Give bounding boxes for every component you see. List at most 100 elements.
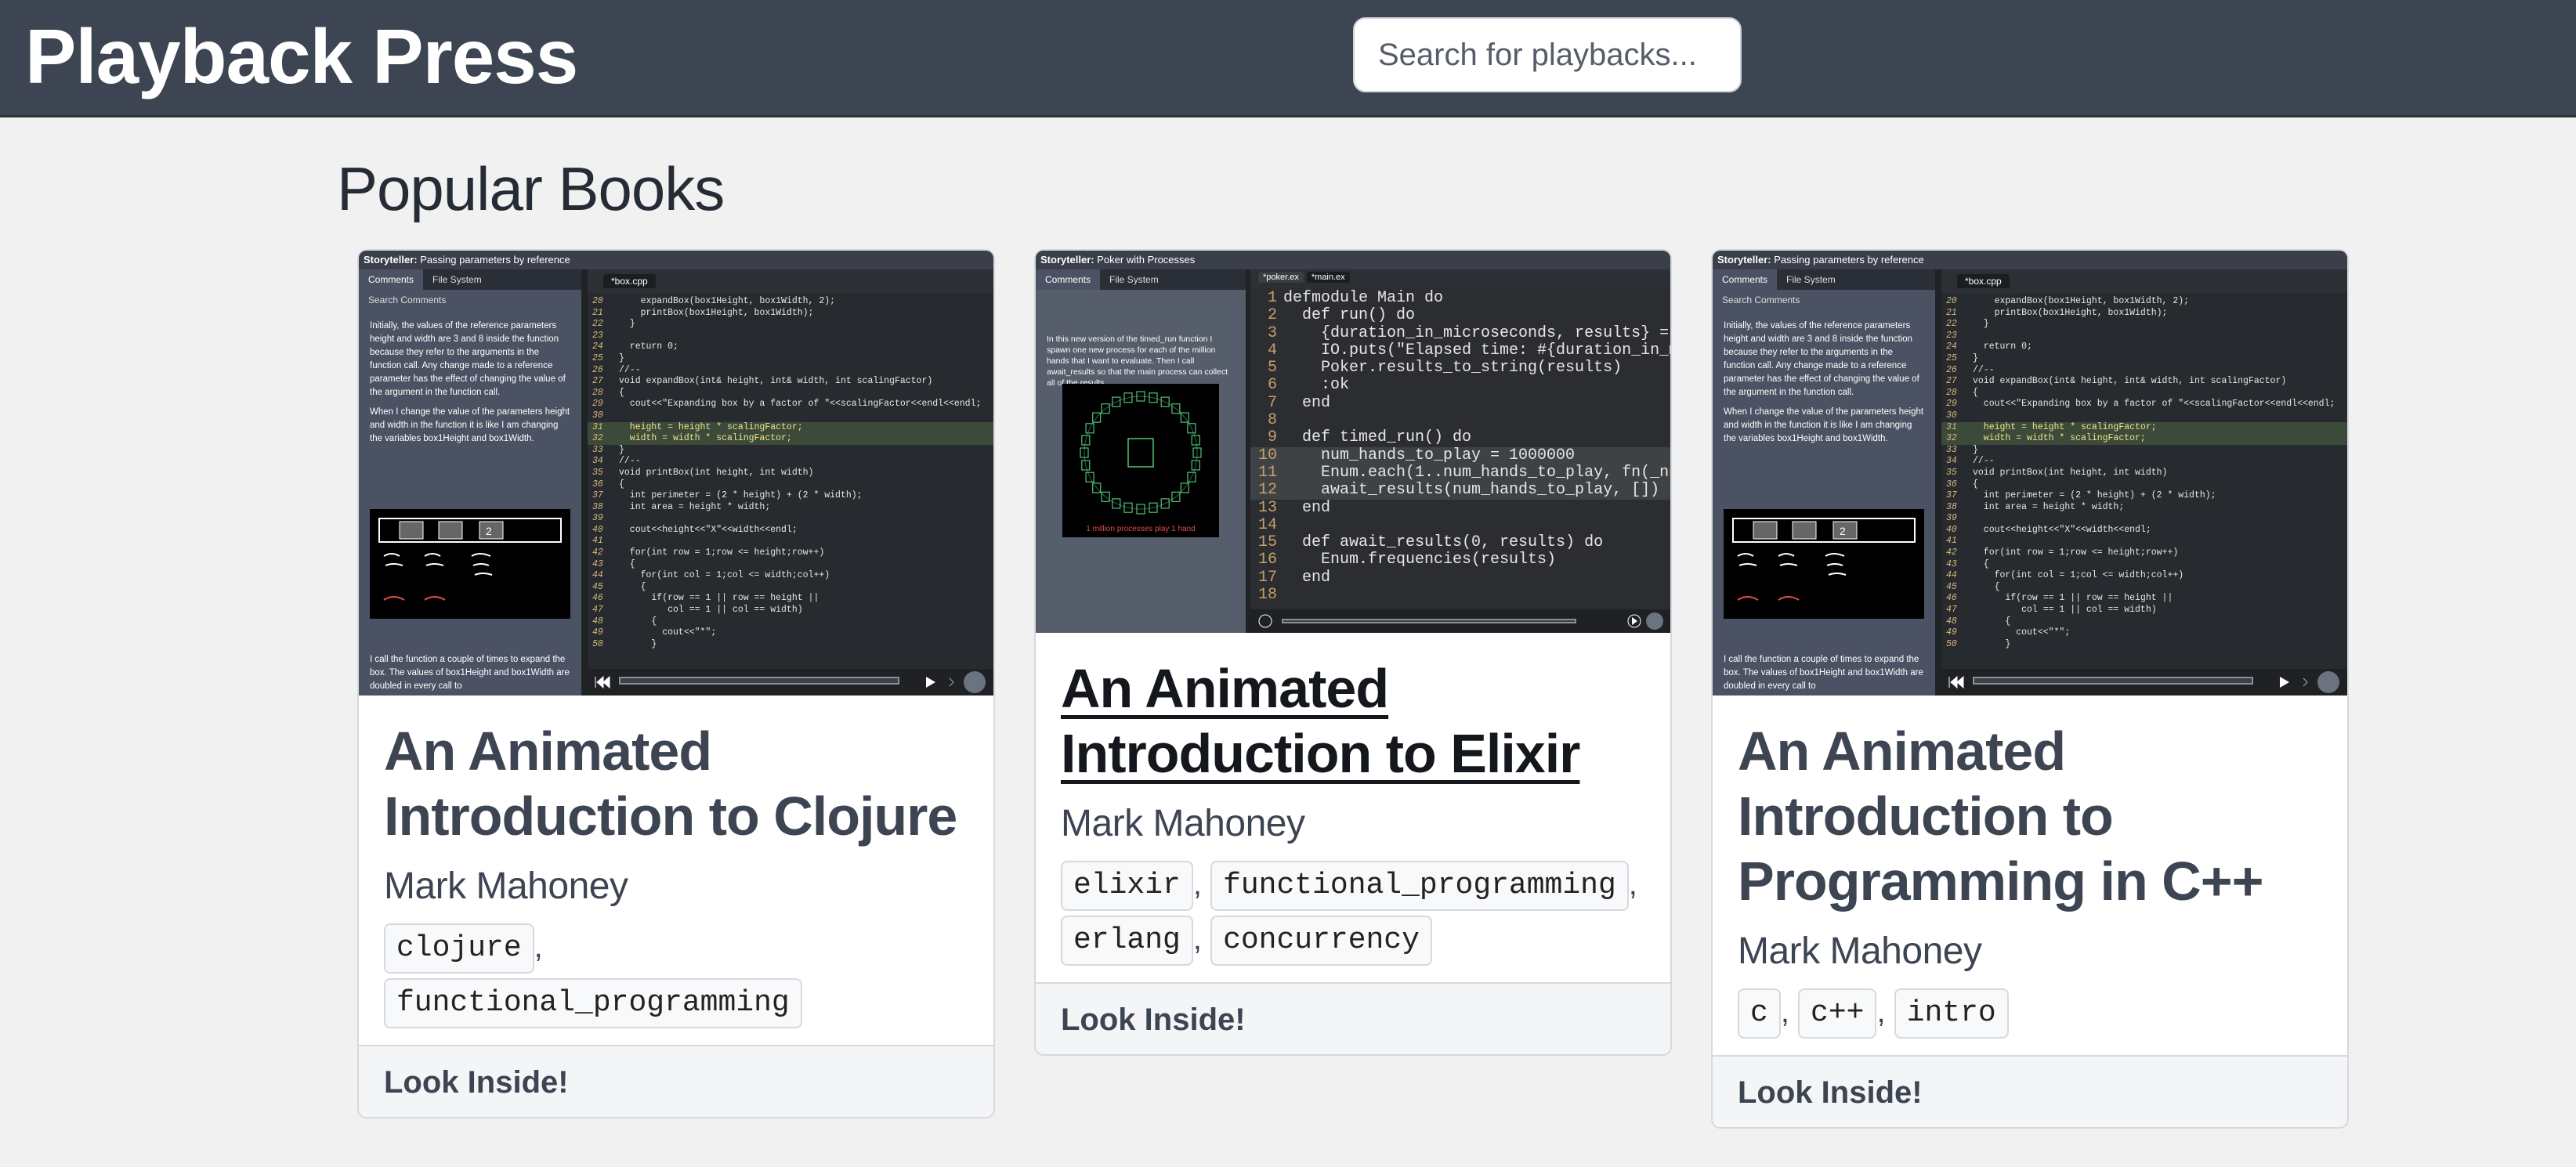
code-lines: 20 expandBox(box1Height, box1Width, 2); 2… [1941,296,2347,669]
code-line: 13 end [1257,498,1331,517]
card-body: An Animated Introduction to Elixir Mark … [1036,633,1670,982]
code-line: 48 { [1946,616,2011,627]
code-line: 11 Enum.each(1..num_hands_to_play, fn(_n… [1250,464,1670,482]
section-title: Popular Books [337,154,725,223]
thumbnail-comment-3: I call the function a couple of times to… [1724,655,1923,691]
tag[interactable]: intro [1894,988,2009,1039]
thumbnail-tabs: Comments File System [1036,269,1246,290]
playback-controls[interactable] [1250,609,1670,633]
book-thumbnail[interactable]: Storyteller: Passing parameters by refer… [359,251,993,696]
play-icon[interactable] [903,669,989,696]
code-line: 15 def await_results(0, results) do [1257,533,1604,552]
code-line: 2 def run() do [1267,306,1416,325]
thumbnail-code-editor: *poker.ex *main.ex 1 defmodule Main do 2 de… [1250,269,1670,633]
play-icon[interactable] [2256,669,2343,696]
playback-slider[interactable] [619,677,899,685]
code-line: 22 } [1946,319,1989,330]
thumbnail-titlebar: Storyteller: Passing parameters by refer… [1713,251,2347,269]
whiteboard-drawing: 2 [1724,509,1924,619]
play-icon[interactable] [1620,609,1667,633]
thumbnail-comment-3: I call the function a couple of times to… [370,655,570,691]
rewind-icon[interactable] [1254,609,1277,633]
book-title-link[interactable]: An Animated Introduction to Programming … [1738,719,2322,914]
code-line: 37 int perimeter = (2 * height) + (2 * w… [592,490,863,501]
book-thumbnail[interactable]: Storyteller: Poker with Processes Commen… [1036,251,1670,633]
code-line: 31 height = height * scalingFactor; [588,421,993,434]
search-input[interactable] [1353,17,1742,92]
code-line: 5 Poker.results_to_string(results) [1267,359,1623,378]
thumbnail-titlebar: Storyteller: Poker with Processes [1036,251,1670,269]
playback-controls[interactable] [588,669,993,696]
code-line: 42 for(int row = 1;row <= height;row++) [1946,547,2179,558]
thumbnail-tabs: Comments File SystemSearch Comments [1713,269,1935,305]
tag[interactable]: concurrency [1210,916,1432,966]
code-line: 47 col == 1 || col == width) [592,605,803,616]
whiteboard-drawing: 1 million processes play 1 hand [1062,384,1219,537]
code-line: 23 [592,330,603,341]
look-inside-link[interactable]: Look Inside! [359,1045,993,1117]
rewind-icon[interactable] [1945,669,1968,696]
code-line: 21 printBox(box1Height, box1Width); [592,307,814,318]
thumbnail-file-tab: *box.cpp [1941,269,2347,293]
card-body: An Animated Introduction to Clojure Mark… [359,696,993,1045]
code-line: 42 for(int row = 1;row <= height;row++) [592,547,825,558]
code-line: 33} [1946,444,1978,455]
book-author: Mark Mahoney [1738,930,1982,972]
code-line: 46 if(row == 1 || row == height || [1946,593,2173,604]
box-parameter-drawing: 2 [1732,518,1916,601]
tag[interactable]: functional_programming [1210,861,1629,912]
thumbnail-tabs: Comments File SystemSearch Comments [359,269,581,305]
process-ring-drawing: 1 million processes play 1 hand [1080,391,1202,533]
code-line: 24 return 0; [1946,341,2032,352]
playback-slider[interactable] [1282,619,1576,623]
look-inside-link[interactable]: Look Inside! [1036,982,1670,1054]
code-line: 39 [1946,513,1957,524]
code-line: 30 [1946,410,1957,421]
tag[interactable]: functional_programming [384,978,802,1029]
thumbnail-code-editor: *box.cpp 20 expandBox(box1Height, box1Wi… [1941,269,2347,696]
code-line: 35 void printBox(int height, int width) [592,467,814,478]
book-title-link[interactable]: An Animated Introduction to Clojure [384,719,968,849]
thumbnail-comment-2: When I change the value of the parameter… [370,407,570,443]
code-line: 25} [1946,352,1978,363]
thumbnail-comments-panel: Comments File SystemSearch Comments Initi… [359,269,581,696]
tag[interactable]: c [1738,988,1781,1039]
brand-logo[interactable]: Playback Press [25,11,578,102]
svg-text:2: 2 [486,525,492,537]
code-line: 26//-- [592,364,641,375]
playback-slider[interactable] [1973,677,2253,685]
code-line: 40 cout<<height<<"X"<<width<<endl; [592,524,798,535]
code-line: 48 { [592,616,657,627]
look-inside-link[interactable]: Look Inside! [1713,1055,2347,1127]
code-line: 43 { [1946,558,1989,569]
code-line: 28{ [1946,387,1978,398]
playback-controls[interactable] [1941,669,2347,696]
thumbnail-comment-2: When I change the value of the parameter… [1724,407,1924,443]
book-author: Mark Mahoney [384,865,628,907]
book-title-link[interactable]: An Animated Introduction to Elixir [1061,656,1645,786]
code-line: 37 int perimeter = (2 * height) + (2 * w… [1946,490,2216,501]
tag[interactable]: clojure [384,923,534,974]
thumbnail-comment: In this new version of the timed_run fun… [1047,334,1228,388]
code-line: 8 [1267,411,1277,430]
code-line: 45 { [592,581,646,592]
code-line: 20 expandBox(box1Height, box1Width, 2); [1946,296,2190,306]
code-line: 4 IO.puts("Elapsed time: #{duration_in_m… [1267,341,1670,359]
thumbnail-file-tab: *box.cpp [588,269,993,293]
book-thumbnail[interactable]: Storyteller: Passing parameters by refer… [1713,251,2347,696]
tag[interactable]: elixir [1061,861,1193,912]
code-line: 38 int area = height * width; [592,501,771,512]
book-author: Mark Mahoney [1061,803,1305,844]
tag[interactable]: c++ [1798,988,1877,1039]
svg-text:1 million processes play 1 han: 1 million processes play 1 hand [1086,525,1196,533]
code-line: 26//-- [1946,364,1995,375]
code-line: 49 cout<<"*"; [1946,627,2071,638]
code-line: 44 for(int col = 1;col <= width;col++) [592,570,830,581]
code-line: 30 [592,410,603,421]
rewind-icon[interactable] [591,669,614,696]
code-line: 21 printBox(box1Height, box1Width); [1946,307,2168,318]
code-line: 34//-- [592,456,641,467]
svg-text:2: 2 [1840,525,1846,537]
tag[interactable]: erlang [1061,916,1193,966]
code-line: 45 { [1946,581,2000,592]
